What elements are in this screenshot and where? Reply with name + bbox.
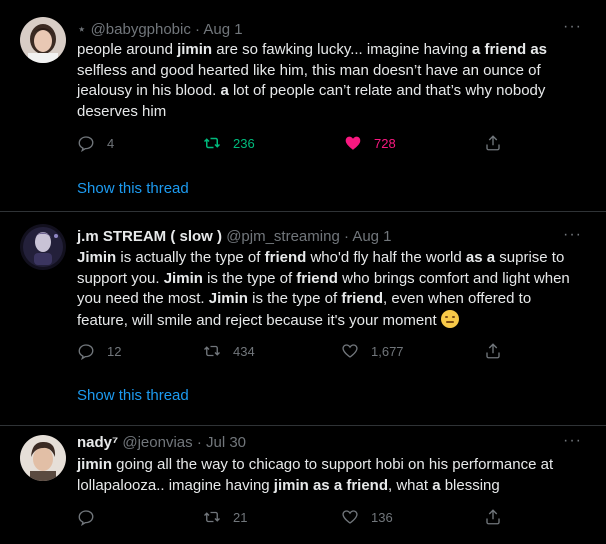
separator-dot: ·	[343, 228, 349, 245]
text-segment: who'd fly half the world	[306, 249, 466, 266]
bold-text-segment: jimin	[77, 456, 113, 473]
reply-button[interactable]: 4	[77, 134, 114, 152]
bold-text-segment: Jimin	[77, 249, 117, 266]
avatar-babygphobic[interactable]	[20, 17, 66, 63]
bold-text-segment: jimin as a friend	[273, 476, 388, 494]
share-icon	[486, 135, 500, 151]
reply-button[interactable]	[77, 508, 107, 526]
retweet-button[interactable]: 236	[203, 134, 255, 152]
retweet-icon	[204, 345, 220, 357]
like-count: 1,677	[371, 343, 404, 359]
avatar-jeonvias[interactable]	[20, 435, 66, 481]
share-button[interactable]	[484, 342, 502, 360]
retweet-icon	[204, 511, 220, 523]
handle[interactable]: @babygphobic	[91, 21, 191, 38]
separator-dot: ·	[196, 434, 202, 451]
handle-prefix: ⋆	[77, 21, 87, 38]
retweet-count: 236	[233, 135, 255, 151]
bold-text-segment: jimin	[177, 41, 213, 58]
retweet-button[interactable]: 434	[203, 342, 255, 360]
timestamp[interactable]: Aug 1	[352, 228, 391, 245]
tweet-header: ⋆ @babygphobic · Aug 1	[77, 20, 243, 38]
display-name[interactable]: j.m STREAM ( slow )	[77, 228, 222, 245]
heart-filled-icon	[345, 136, 361, 150]
text-segment: is the type of	[202, 269, 297, 287]
tweet-1[interactable]: ⋆ @babygphobic · Aug 1 ··· people around…	[0, 0, 606, 211]
share-icon	[486, 509, 500, 525]
like-button[interactable]: 1,677	[341, 342, 404, 360]
tweet-header: nady⁷ @jeonvias · Jul 30	[77, 434, 246, 451]
text-segment: is actually the type of	[116, 249, 265, 266]
bold-text-segment: friend	[264, 249, 307, 266]
handle[interactable]: @pjm_streaming	[226, 228, 340, 245]
show-this-thread-link[interactable]: Show this thread	[77, 180, 189, 197]
more-options-icon[interactable]: ···	[563, 226, 582, 244]
action-bar: 12 434 1,677	[77, 342, 507, 362]
heart-icon	[342, 344, 358, 358]
heart-icon	[342, 510, 358, 524]
reply-count: 4	[107, 135, 115, 151]
bold-text-segment: a	[432, 476, 441, 494]
show-this-thread-link[interactable]: Show this thread	[77, 387, 189, 404]
display-name[interactable]: nady⁷	[77, 434, 118, 451]
like-button[interactable]: 728	[344, 134, 396, 152]
text-segment: people around	[77, 41, 178, 58]
tweet-header: j.m STREAM ( slow ) @pjm_streaming · Aug…	[77, 228, 392, 245]
tweet-2[interactable]: j.m STREAM ( slow ) @pjm_streaming · Aug…	[0, 212, 606, 425]
like-count: 728	[374, 135, 396, 151]
reply-icon	[78, 510, 94, 526]
text-segment: blessing	[440, 476, 500, 494]
avatar-pjm-streaming[interactable]	[20, 224, 66, 270]
tweet-text: people around jimin are so fawking lucky…	[77, 40, 582, 122]
reply-count: 12	[107, 343, 122, 359]
action-bar: 4 236 728	[77, 134, 507, 154]
like-count: 136	[371, 509, 393, 525]
handle[interactable]: @jeonvias	[122, 434, 192, 451]
action-bar: 21 136	[77, 508, 507, 528]
retweet-button[interactable]: 21	[203, 508, 247, 526]
text-segment: , what	[388, 476, 433, 494]
bold-text-segment: friend	[296, 269, 338, 287]
retweet-icon	[203, 137, 221, 149]
retweet-count: 21	[233, 509, 248, 525]
bold-text-segment: Jimin	[208, 290, 248, 307]
text-segment: is the type of	[247, 290, 342, 307]
relieved-face-emoji	[440, 309, 459, 328]
bold-text-segment: friend	[341, 290, 383, 307]
like-button[interactable]: 136	[341, 508, 393, 526]
separator-dot: ·	[195, 21, 201, 38]
timestamp[interactable]: Jul 30	[206, 434, 246, 451]
share-button[interactable]	[484, 134, 502, 152]
bold-text-segment: Jimin	[163, 269, 203, 287]
timestamp[interactable]: Aug 1	[203, 21, 242, 38]
bold-text-segment: a	[220, 82, 229, 99]
share-icon	[486, 343, 500, 359]
reply-button[interactable]: 12	[77, 342, 121, 360]
tweet-text: Jimin is actually the type of friend who…	[77, 248, 582, 331]
tweet-3[interactable]: nady⁷ @jeonvias · Jul 30 ··· jimin going…	[0, 426, 606, 544]
reply-icon	[78, 136, 94, 152]
text-segment: are so fawking lucky... imagine having	[212, 41, 472, 58]
share-button[interactable]	[484, 508, 502, 526]
more-options-icon[interactable]: ···	[563, 18, 582, 36]
bold-text-segment: as a	[465, 249, 496, 266]
retweet-count: 434	[233, 343, 255, 359]
more-options-icon[interactable]: ···	[563, 432, 582, 450]
bold-text-segment: a friend as	[471, 41, 547, 58]
tweet-text: jimin going all the way to chicago to su…	[77, 455, 582, 496]
reply-icon	[78, 344, 94, 360]
